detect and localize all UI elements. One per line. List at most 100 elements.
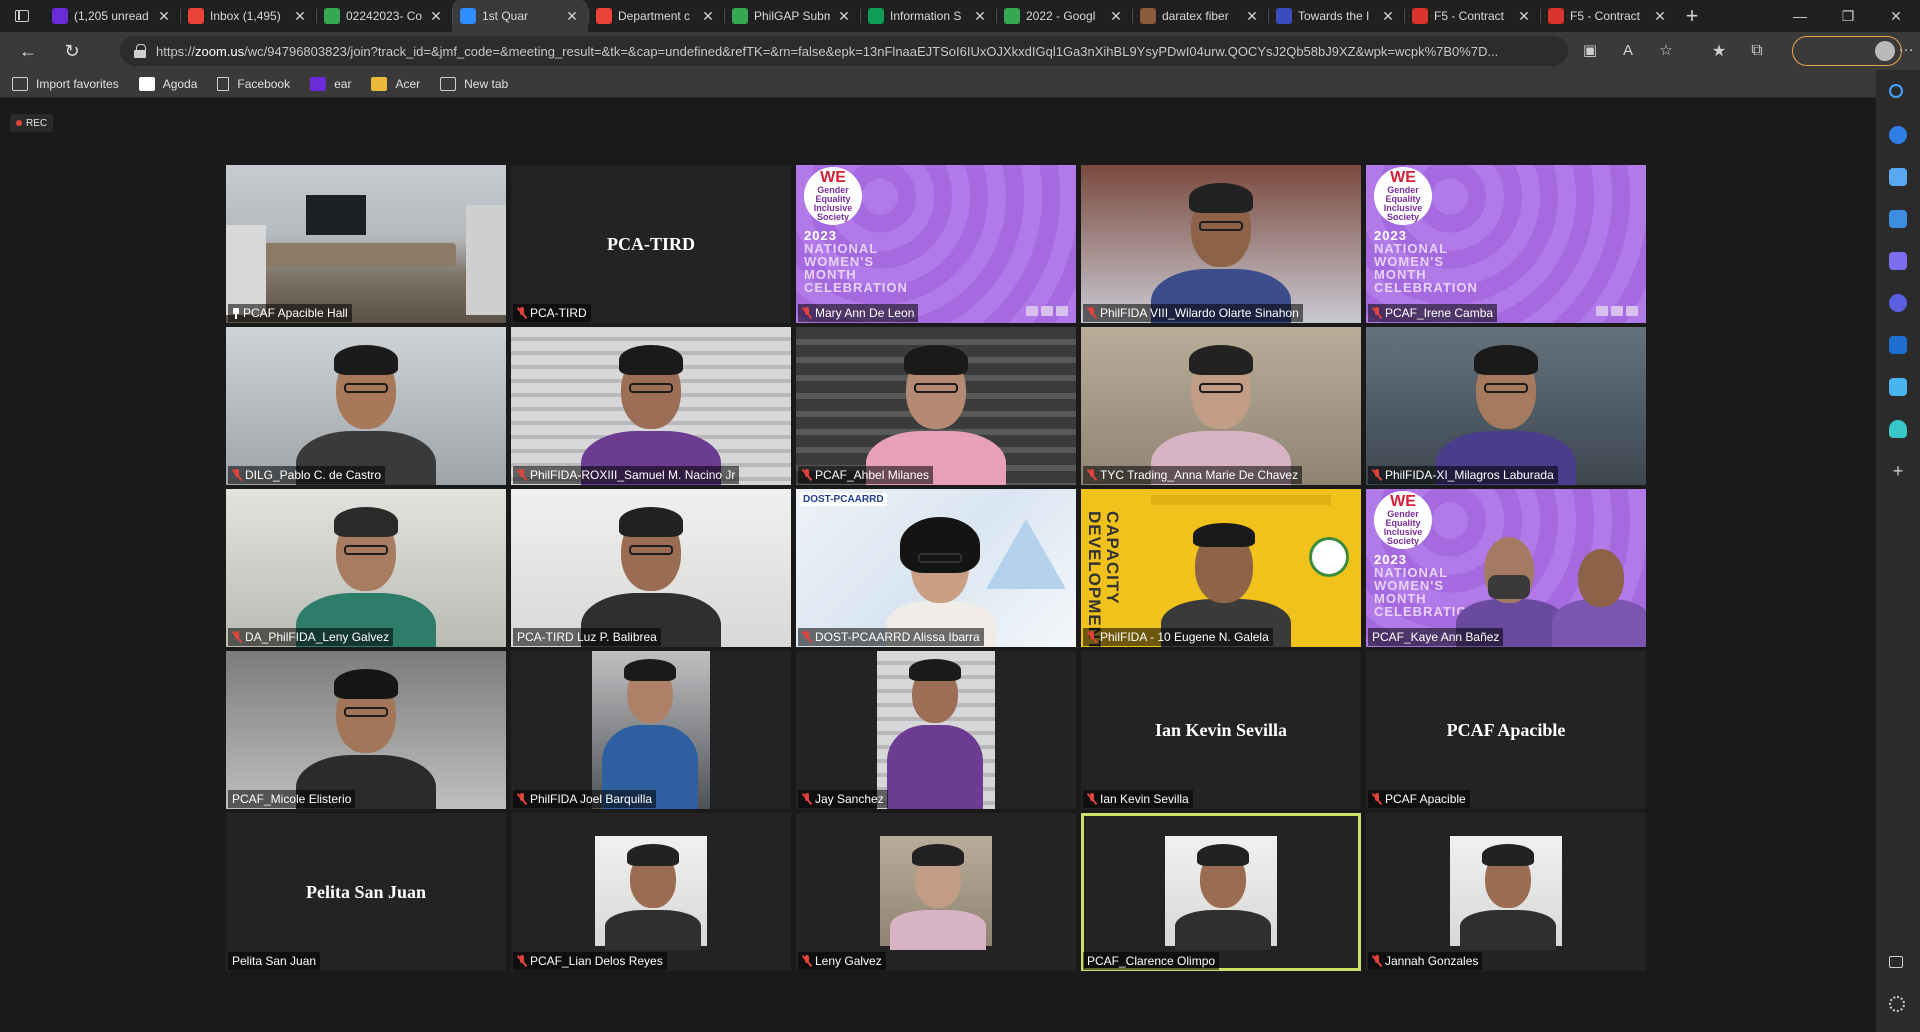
browser-tab[interactable]: PhilGAP Subm ✕ <box>724 0 860 32</box>
favorite-item[interactable]: Acer <box>371 76 420 91</box>
favorite-item[interactable]: Agoda <box>138 76 197 91</box>
participant-tile[interactable]: PCAF_Lian Delos Reyes <box>511 813 791 971</box>
refresh-button[interactable]: ↻ <box>50 32 94 70</box>
participant-tile[interactable]: CAPACITY DEVELOPMENT PhilFIDA - 10 Eugene… <box>1081 489 1361 647</box>
participant-tile[interactable]: WE Gender Equality Inclusive Society 2023 NATI… <box>796 165 1076 323</box>
profile-photo <box>877 651 995 809</box>
muted-mic-icon <box>802 469 812 481</box>
favorite-item[interactable]: Facebook <box>217 76 290 91</box>
browser-tab[interactable]: Department c ✕ <box>588 0 724 32</box>
url-text[interactable]: https://zoom.us/wc/94796803823/join?trac… <box>156 44 1568 59</box>
participant-name: DA_PhilFIDA_Leny Galvez <box>245 630 390 644</box>
browser-tab[interactable]: daratex fiber ✕ <box>1132 0 1268 32</box>
read-aloud-icon[interactable]: A <box>1618 38 1638 62</box>
tools-icon[interactable] <box>1889 210 1907 228</box>
games-icon[interactable] <box>1889 252 1907 270</box>
add-sidebar-icon[interactable]: + <box>1889 462 1907 480</box>
close-tab-icon[interactable]: ✕ <box>1652 8 1668 25</box>
settings-icon[interactable] <box>1889 996 1905 1012</box>
participant-tile[interactable]: PCAF_Micole Elisterio <box>226 651 506 809</box>
browser-tab[interactable]: F5 - Contract ✕ <box>1540 0 1676 32</box>
tab-title: Inbox (1,495) <box>210 9 281 23</box>
participant-tile[interactable]: Pelita San Juan Pelita San Juan <box>226 813 506 971</box>
favorites-icon[interactable]: ★ <box>1708 41 1730 61</box>
camera-blocked-icon[interactable]: ▣ <box>1580 38 1600 62</box>
participant-tile[interactable]: PCA-TIRD Luz P. Balibrea <box>511 489 791 647</box>
participant-name: PCAF_Clarence Olimpo <box>1087 954 1216 968</box>
participant-tile[interactable]: TYC Trading_Anna Marie De Chavez <box>1081 327 1361 485</box>
close-tab-icon[interactable]: ✕ <box>428 8 444 25</box>
bing-icon[interactable] <box>1889 126 1907 144</box>
office-icon[interactable] <box>1889 294 1907 312</box>
participant-tile[interactable]: WE Gender Equality Inclusive Society 2023 NATI… <box>1366 165 1646 323</box>
favorite-item[interactable]: Import favorites <box>12 76 119 91</box>
participant-tile[interactable]: PCAF Apacible PCAF Apacible <box>1366 651 1646 809</box>
participant-tile[interactable]: Jannah Gonzales <box>1366 813 1646 971</box>
profile-button[interactable] <box>1792 36 1902 66</box>
browser-tab[interactable]: Inbox (1,495) ✕ <box>180 0 316 32</box>
muted-mic-icon <box>1372 469 1382 481</box>
participant-name: PhilFIDA-XI_Milagros Laburada <box>1385 468 1554 482</box>
address-bar[interactable]: https://zoom.us/wc/94796803823/join?trac… <box>120 36 1568 66</box>
gender-equality-logo: WE Gender Equality Inclusive Society <box>804 167 862 225</box>
browser-tab[interactable]: (1,205 unread ✕ <box>44 0 180 32</box>
close-tab-icon[interactable]: ✕ <box>700 8 716 25</box>
close-tab-icon[interactable]: ✕ <box>1516 8 1532 25</box>
participant-tile[interactable]: Leny Galvez <box>796 813 1076 971</box>
participant-tile[interactable]: Ian Kevin Sevilla Ian Kevin Sevilla <box>1081 651 1361 809</box>
participant-tile[interactable]: PhilFIDA Joel Barquilla <box>511 651 791 809</box>
participant-tile[interactable]: PCAF Apacible Hall <box>226 165 506 323</box>
browser-tab[interactable]: F5 - Contract ✕ <box>1404 0 1540 32</box>
participant-tile[interactable]: Jay Sanchez <box>796 651 1076 809</box>
close-tab-icon[interactable]: ✕ <box>972 8 988 25</box>
add-favorite-icon[interactable]: ☆ <box>1656 38 1676 62</box>
more-menu-icon[interactable]: … <box>1898 38 1914 56</box>
favorite-item[interactable]: New tab <box>440 76 508 91</box>
participant-tile-active-speaker[interactable]: PCAF_Clarence Olimpo <box>1081 813 1361 971</box>
close-window-button[interactable]: ✕ <box>1872 0 1920 32</box>
muted-mic-icon <box>802 631 812 643</box>
close-tab-icon[interactable]: ✕ <box>156 8 172 25</box>
muted-mic-icon <box>1372 793 1382 805</box>
profile-photo <box>1165 836 1277 950</box>
outlook-icon[interactable] <box>1889 336 1907 354</box>
hide-sidebar-icon[interactable] <box>1889 956 1903 968</box>
lock-icon[interactable] <box>134 44 146 58</box>
tab-actions-icon[interactable] <box>0 0 44 32</box>
restore-button[interactable]: ❐ <box>1824 0 1872 32</box>
browser-tab[interactable]: Information S ✕ <box>860 0 996 32</box>
browser-tab[interactable]: 2022 - Googl ✕ <box>996 0 1132 32</box>
participant-tile[interactable]: PCAF_Ahbel Milanes <box>796 327 1076 485</box>
participant-tile[interactable]: DILG_Pablo C. de Castro <box>226 327 506 485</box>
back-button[interactable]: ← <box>6 32 50 70</box>
close-tab-icon[interactable]: ✕ <box>564 8 580 25</box>
shopping-icon[interactable] <box>1889 168 1907 186</box>
tree-icon[interactable] <box>1889 420 1907 438</box>
close-tab-icon[interactable]: ✕ <box>1108 8 1124 25</box>
close-tab-icon[interactable]: ✕ <box>1244 8 1260 25</box>
close-tab-icon[interactable]: ✕ <box>1380 8 1396 25</box>
close-tab-icon[interactable]: ✕ <box>836 8 852 25</box>
participant-display-name: PCA-TIRD <box>607 233 695 254</box>
browser-tab[interactable]: Towards the I ✕ <box>1268 0 1404 32</box>
participant-tile[interactable]: DOST-PCAARRD DOST-PCAARRD Alissa Ibarra <box>796 489 1076 647</box>
new-tab-button[interactable]: + <box>1676 0 1708 32</box>
collections-icon[interactable]: ⧉ <box>1746 42 1768 60</box>
participant-name: PCAF Apacible <box>1385 792 1466 806</box>
browser-tab[interactable]: 02242023- Co ✕ <box>316 0 452 32</box>
participant-tile[interactable]: PCA-TIRD PCA-TIRD <box>511 165 791 323</box>
send-icon[interactable] <box>1889 378 1907 396</box>
participant-tile[interactable]: DA_PhilFIDA_Leny Galvez <box>226 489 506 647</box>
browser-tab[interactable]: 1st Quar ✕ <box>452 0 588 32</box>
participant-video <box>226 327 506 485</box>
participant-tile[interactable]: WE Gender Equality Inclusive Society 2023 NATI… <box>1366 489 1646 647</box>
search-icon[interactable] <box>1889 84 1903 98</box>
favorite-item[interactable]: ear <box>310 76 351 91</box>
person-figure <box>226 489 506 647</box>
participant-tile[interactable]: PhilFIDA-XI_Milagros Laburada <box>1366 327 1646 485</box>
participant-tile[interactable]: PhilFIDA VIII_Wilardo Olarte Sinahon <box>1081 165 1361 323</box>
person-figure <box>1081 165 1361 323</box>
participant-tile[interactable]: PhilFIDA-ROXIII_Samuel M. Nacino Jr <box>511 327 791 485</box>
minimize-button[interactable]: — <box>1776 0 1824 32</box>
close-tab-icon[interactable]: ✕ <box>292 8 308 25</box>
